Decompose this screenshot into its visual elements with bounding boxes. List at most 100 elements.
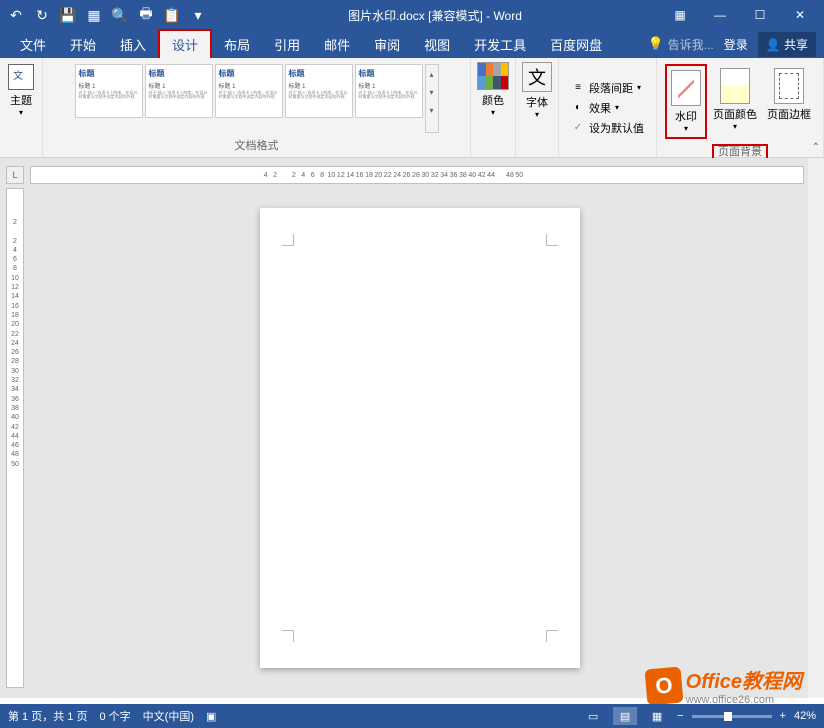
- tab-file[interactable]: 文件: [8, 31, 58, 58]
- tab-insert[interactable]: 插入: [108, 31, 158, 58]
- colors-icon: [477, 62, 509, 90]
- formatting-options-group: ≡ 段落间距 ▾ ◐ 效果 ▾ ✓ 设为默认值: [559, 58, 657, 157]
- paragraph-spacing-button[interactable]: ≡ 段落间距 ▾: [569, 79, 646, 97]
- checkmark-icon: ✓: [571, 121, 585, 135]
- page[interactable]: [260, 208, 580, 668]
- tab-layout[interactable]: 布局: [212, 31, 262, 58]
- paragraph-spacing-icon: ≡: [571, 81, 585, 95]
- print-layout-button[interactable]: ▤: [613, 707, 637, 725]
- chevron-down-icon: ▾: [684, 124, 688, 133]
- watermark-overlay: O Office教程网 www.office26.com: [646, 665, 802, 706]
- chevron-down-icon: ▾: [733, 122, 737, 131]
- office-logo-icon: O: [644, 666, 683, 705]
- styles-gallery[interactable]: 标题 标题 1 对于"插入"选项卡上的库，在设计时需要与文档中选定内容的外观 标…: [73, 62, 441, 135]
- tab-references[interactable]: 引用: [262, 31, 312, 58]
- themes-group: 主题 ▾: [0, 58, 43, 157]
- close-button[interactable]: ✕: [780, 0, 820, 30]
- chevron-down-icon: ▾: [19, 108, 23, 117]
- watermark-title: Office教程网: [686, 665, 802, 694]
- vertical-ruler[interactable]: 2246810121416182022242628303234363840424…: [6, 188, 24, 688]
- print-preview-button[interactable]: 🔍: [108, 3, 132, 27]
- style-preview[interactable]: 标题 标题 1 对于"插入"选项卡上的库，在设计时需要与文档中选定内容的外观: [215, 64, 283, 118]
- lightbulb-icon: 💡: [647, 36, 663, 52]
- horizontal-ruler[interactable]: 4224681012141618202224262830323436384042…: [30, 166, 804, 184]
- doc-format-label: 文档格式: [235, 135, 279, 153]
- themes-icon: [8, 64, 34, 90]
- qat-customize-icon[interactable]: ▾: [186, 3, 210, 27]
- page-background-group: 水印 ▾ 页面颜色 ▾ 页面边框 页面背景: [657, 58, 824, 157]
- quick-print-button[interactable]: 🖶: [134, 3, 158, 27]
- page-color-button[interactable]: 页面颜色 ▾: [709, 64, 761, 139]
- undo-button[interactable]: ↶: [4, 3, 28, 27]
- margin-mark: [546, 234, 558, 246]
- themes-label: 主题: [10, 92, 32, 108]
- margin-mark: [546, 630, 558, 642]
- read-mode-button[interactable]: ▭: [581, 707, 605, 725]
- status-bar: 第 1 页，共 1 页 0 个字 中文(中国) ▣ ▭ ▤ ▦ − + 42%: [0, 704, 824, 728]
- style-preview[interactable]: 标题 标题 1 对于"插入"选项卡上的库，在设计时需要与文档中选定内容的外观: [145, 64, 213, 118]
- login-button[interactable]: 登录: [718, 36, 754, 53]
- margin-mark: [282, 630, 294, 642]
- page-bg-label: 页面背景: [712, 141, 768, 159]
- save-button[interactable]: 💾: [56, 3, 80, 27]
- page-border-button[interactable]: 页面边框: [763, 64, 815, 139]
- gallery-expand-icon[interactable]: ▾: [426, 101, 438, 119]
- style-preview[interactable]: 标题 标题 1 对于"插入"选项卡上的库，在设计时需要与文档中选定内容的外观: [285, 64, 353, 118]
- colors-group: 颜色 ▾: [471, 58, 516, 157]
- title-bar: ↶ ↻ 💾 ▦ 🔍 🖶 📋 ▾ 图片水印.docx [兼容模式] - Word …: [0, 0, 824, 30]
- watermark-button[interactable]: 水印 ▾: [665, 64, 707, 139]
- page-count[interactable]: 第 1 页，共 1 页: [8, 708, 87, 724]
- quick-access-toolbar: ↶ ↻ 💾 ▦ 🔍 🖶 📋 ▾: [4, 3, 210, 27]
- ruler-corner[interactable]: L: [6, 166, 24, 184]
- language[interactable]: 中文(中国): [143, 708, 194, 724]
- window-title: 图片水印.docx [兼容模式] - Word: [210, 7, 660, 24]
- zoom-level[interactable]: 42%: [794, 710, 816, 722]
- scroll-down-icon[interactable]: ▾: [426, 83, 438, 101]
- zoom-slider[interactable]: [692, 715, 772, 718]
- doc-formatting-group: 标题 标题 1 对于"插入"选项卡上的库，在设计时需要与文档中选定内容的外观 标…: [43, 58, 471, 157]
- chevron-down-icon: ▾: [535, 110, 539, 119]
- ribbon-tabs: 文件 开始 插入 设计 布局 引用 邮件 审阅 视图 开发工具 百度网盘 💡 告…: [0, 30, 824, 58]
- page-color-icon: [720, 68, 750, 104]
- colors-button[interactable]: 颜色 ▾: [477, 62, 509, 117]
- tab-design[interactable]: 设计: [158, 29, 212, 60]
- minimize-button[interactable]: —: [700, 0, 740, 30]
- new-button[interactable]: ▦: [82, 3, 106, 27]
- effects-button[interactable]: ◐ 效果 ▾: [569, 99, 646, 117]
- fonts-button[interactable]: 文 字体 ▾: [522, 62, 552, 119]
- watermark-icon: [671, 70, 701, 106]
- ribbon-options-button[interactable]: ▦: [660, 0, 700, 30]
- redo-button[interactable]: ↻: [30, 3, 54, 27]
- collapse-ribbon-icon[interactable]: ⌃: [812, 142, 820, 153]
- fonts-group: 文 字体 ▾: [516, 58, 559, 157]
- web-layout-button[interactable]: ▦: [645, 707, 669, 725]
- gallery-scroll: ▴ ▾ ▾: [425, 64, 439, 133]
- style-preview[interactable]: 标题 标题 1 对于"插入"选项卡上的库，在设计时需要与文档中选定内容的外观: [75, 64, 143, 118]
- tab-mail[interactable]: 邮件: [312, 31, 362, 58]
- zoom-out-button[interactable]: −: [677, 710, 683, 722]
- themes-button[interactable]: 主题 ▾: [6, 62, 36, 119]
- tell-me-input[interactable]: 告诉我...: [668, 36, 714, 53]
- chevron-down-icon: ▾: [491, 108, 495, 117]
- tab-developer[interactable]: 开发工具: [462, 31, 538, 58]
- window-controls: ▦ — ☐ ✕: [660, 0, 820, 30]
- set-default-button[interactable]: ✓ 设为默认值: [569, 119, 646, 137]
- fonts-icon: 文: [522, 62, 552, 92]
- zoom-in-button[interactable]: +: [780, 710, 786, 722]
- tab-view[interactable]: 视图: [412, 31, 462, 58]
- ribbon: 主题 ▾ 标题 标题 1 对于"插入"选项卡上的库，在设计时需要与文档中选定内容…: [0, 58, 824, 158]
- scroll-up-icon[interactable]: ▴: [426, 65, 438, 83]
- word-count[interactable]: 0 个字: [99, 708, 130, 724]
- document-area: L 42246810121416182022242628303234363840…: [0, 158, 824, 698]
- share-button[interactable]: 👤 共享: [758, 32, 816, 57]
- effects-icon: ◐: [571, 101, 585, 115]
- tab-baidu[interactable]: 百度网盘: [538, 31, 614, 58]
- tab-review[interactable]: 审阅: [362, 31, 412, 58]
- maximize-button[interactable]: ☐: [740, 0, 780, 30]
- paste-button[interactable]: 📋: [160, 3, 184, 27]
- margin-mark: [282, 234, 294, 246]
- tab-home[interactable]: 开始: [58, 31, 108, 58]
- macro-icon[interactable]: ▣: [206, 710, 216, 723]
- vertical-scrollbar[interactable]: [808, 158, 824, 698]
- style-preview[interactable]: 标题 标题 1 对于"插入"选项卡上的库，在设计时需要与文档中选定内容的外观: [355, 64, 423, 118]
